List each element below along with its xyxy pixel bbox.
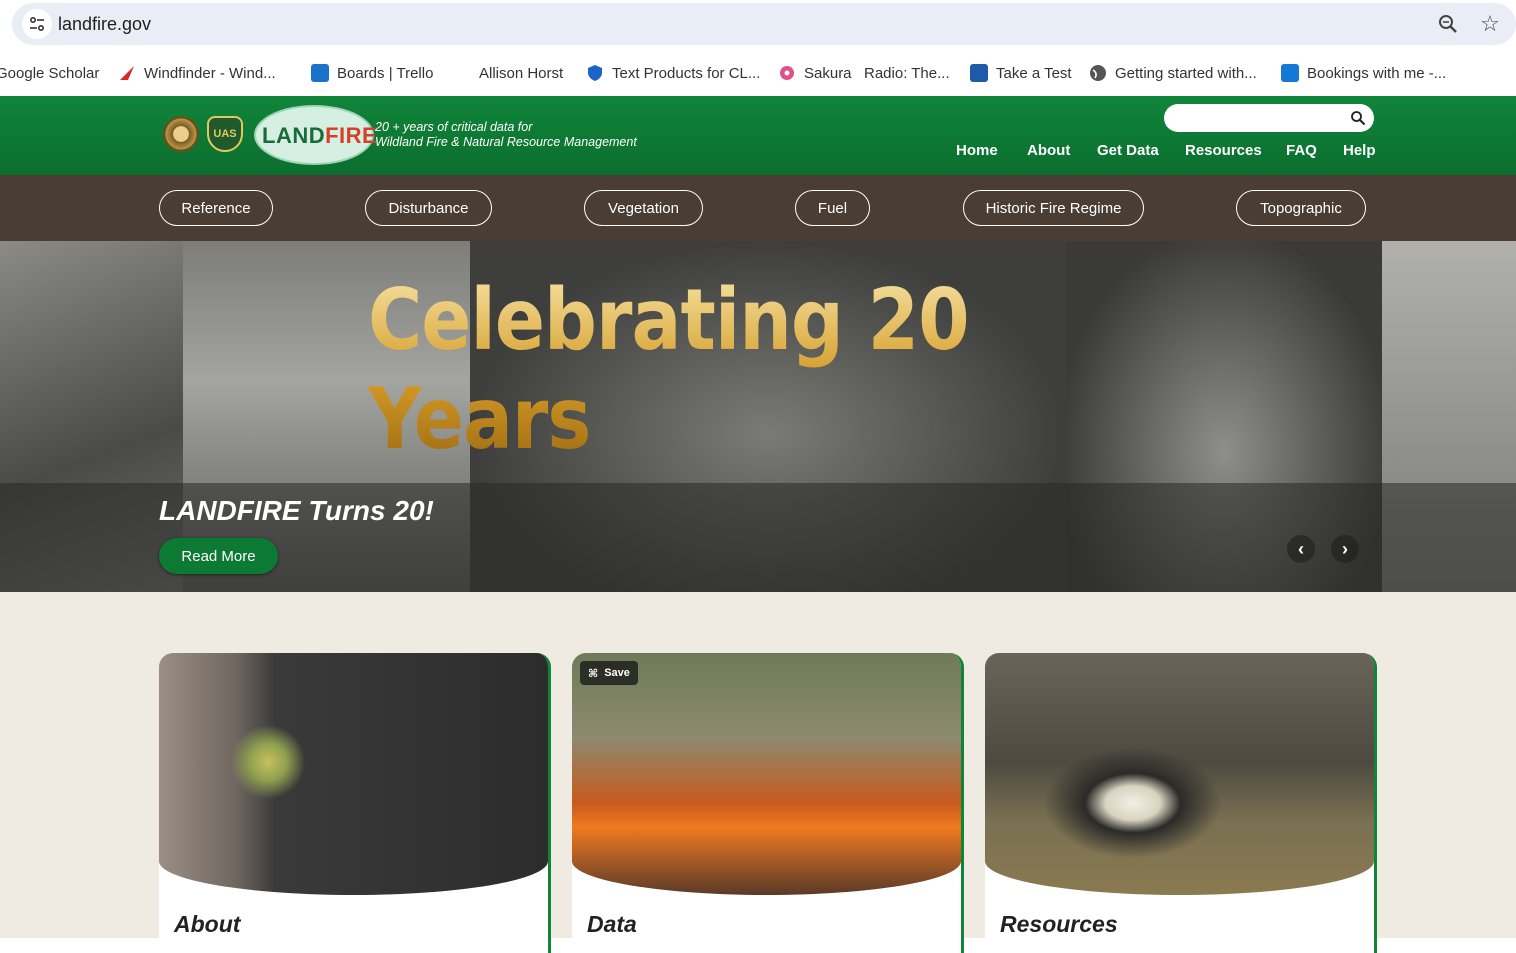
nav-help[interactable]: Help (1343, 142, 1376, 159)
category-disturbance[interactable]: Disturbance (365, 190, 492, 226)
nav-about[interactable]: About (1027, 142, 1070, 159)
nav-faq[interactable]: FAQ (1286, 142, 1317, 159)
category-reference[interactable]: Reference (159, 190, 273, 226)
category-vegetation[interactable]: Vegetation (584, 190, 703, 226)
flower-icon (780, 66, 794, 80)
hero-carousel: Celebrating 20 Years LANDFIRE Turns 20! … (0, 241, 1516, 592)
card-resources-image (985, 653, 1374, 895)
browser-toolbar: landfire.gov ☆ (0, 0, 1516, 50)
carousel-prev-icon[interactable]: ‹ (1287, 535, 1315, 563)
nav-get-data[interactable]: Get Data (1097, 142, 1159, 159)
bookmark-trello[interactable]: Boards | Trello (311, 62, 433, 84)
url-text[interactable]: landfire.gov (58, 14, 151, 35)
bookmark-take-a-test[interactable]: Take a Test (970, 62, 1072, 84)
bookmark-google-scholar[interactable]: Google Scholar (0, 62, 99, 84)
card-about[interactable]: About (159, 653, 551, 953)
card-resources[interactable]: Resources (985, 653, 1377, 953)
save-button[interactable]: ⌘ Save (580, 661, 638, 685)
bookmark-radio[interactable]: Radio: The... (864, 62, 950, 84)
usfs-shield-logo[interactable]: UAS (207, 116, 243, 152)
shield-icon (588, 65, 602, 81)
card-data[interactable]: ⌘ Save Data (572, 653, 964, 953)
nav-resources[interactable]: Resources (1185, 142, 1262, 159)
card-resources-title: Resources (1000, 911, 1118, 937)
content-section: About ⌘ Save Data Resources (0, 592, 1516, 953)
category-bar: Reference Disturbance Vegetation Fuel Hi… (0, 175, 1516, 241)
bookmarks-bar: Google Scholar Windfinder - Wind... Boar… (0, 50, 1516, 96)
site-tagline: 20 + years of critical data for Wildland… (375, 120, 637, 149)
bookmark-star-icon[interactable]: ☆ (1477, 11, 1503, 37)
search-icon[interactable] (1350, 110, 1366, 126)
hero-caption: LANDFIRE Turns 20! (159, 495, 434, 526)
search-input[interactable] (1164, 104, 1374, 132)
category-fuel[interactable]: Fuel (795, 190, 870, 226)
card-about-image (159, 653, 548, 895)
bookmark-windfinder[interactable]: Windfinder - Wind... (118, 62, 276, 84)
card-data-title: Data (587, 911, 637, 937)
test-icon (970, 64, 988, 82)
card-about-title: About (174, 911, 241, 937)
landfire-logo[interactable]: LANDFIRE (254, 105, 378, 165)
site-info-icon[interactable] (22, 9, 52, 39)
outlook-icon (1281, 64, 1299, 82)
bookmark-sakura[interactable]: Sakura (778, 62, 852, 84)
logo-text-land: LAND (262, 123, 326, 148)
bookmark-bookings[interactable]: Bookings with me -... (1281, 62, 1446, 84)
site-header: UAS LANDFIRE 20 + years of critical data… (0, 96, 1516, 175)
bookmark-allison-horst[interactable]: Allison Horst (479, 62, 563, 84)
card-data-image (572, 653, 961, 895)
windfinder-icon (120, 66, 134, 80)
address-bar[interactable]: landfire.gov ☆ (12, 3, 1516, 45)
globe-icon (1090, 65, 1106, 81)
doi-seal-logo[interactable] (163, 116, 199, 152)
trello-icon (311, 64, 329, 82)
nav-home[interactable]: Home (956, 142, 998, 159)
carousel-next-icon[interactable]: › (1331, 535, 1359, 563)
bookmark-getting-started[interactable]: Getting started with... (1089, 62, 1257, 84)
hero-headline: Celebrating 20 Years (368, 271, 1168, 469)
category-historic-fire-regime[interactable]: Historic Fire Regime (963, 190, 1144, 226)
zoom-icon[interactable] (1436, 12, 1460, 36)
logo-text-fire: FIRE (325, 123, 378, 148)
bookmark-text-products[interactable]: Text Products for CL... (586, 62, 760, 84)
category-topographic[interactable]: Topographic (1236, 190, 1366, 226)
read-more-button[interactable]: Read More (159, 538, 278, 574)
pin-icon: ⌘ (588, 667, 599, 680)
